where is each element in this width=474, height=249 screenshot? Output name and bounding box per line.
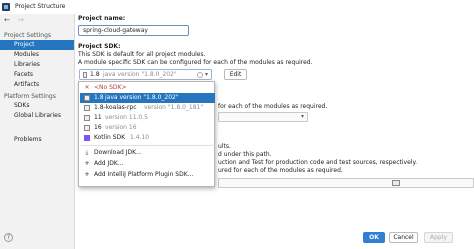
edit-sdk-button[interactable]: Edit: [224, 69, 247, 80]
chevron-down-icon: ▾: [204, 71, 208, 78]
dropdown-separator: [80, 145, 215, 146]
plus-icon: +: [84, 171, 90, 178]
sdk-option-11[interactable]: 11 version 11.0.5: [80, 113, 215, 123]
sdk-combobox-version: 1.8: [90, 71, 100, 78]
cancel-button[interactable]: Cancel: [389, 232, 418, 243]
project-sdk-label: Project SDK:: [78, 43, 121, 50]
sdk-combobox-detail: java version "1.8.0_202": [103, 71, 177, 78]
sdk-option-16[interactable]: 16 version 16: [80, 123, 215, 133]
sdk-option-no-sdk[interactable]: ✕ <No SDK>: [80, 83, 215, 93]
sidebar-item-project[interactable]: Project: [0, 40, 74, 50]
sidebar-item-problems[interactable]: Problems: [14, 136, 42, 143]
plus-icon: +: [84, 160, 90, 167]
compiler-output-path-input[interactable]: [218, 178, 474, 188]
sidebar-item-artifacts[interactable]: Artifacts: [0, 80, 74, 90]
window-title: Project Structure: [15, 3, 66, 10]
language-level-select[interactable]: [218, 112, 308, 122]
red-x-icon: ✕: [84, 84, 90, 91]
sdk-dropdown-popup: ✕ <No SDK> 1.8 java version "1.8.0_202" …: [78, 81, 215, 187]
project-sdk-combobox[interactable]: 1.8 java version "1.8.0_202" ▾: [79, 69, 212, 80]
chevron-down-icon: ▾: [301, 113, 305, 120]
project-name-label: Project name:: [78, 15, 126, 22]
jdk-folder-icon: [84, 105, 90, 111]
title-bar: Project Structure: [0, 0, 474, 14]
sidebar-item-global-libraries[interactable]: Global Libraries: [0, 111, 74, 121]
sidebar-item-modules[interactable]: Modules: [0, 50, 74, 60]
project-name-input[interactable]: spring-cloud-gateway: [78, 25, 189, 36]
add-jdk-action[interactable]: + Add JDK...: [80, 159, 215, 169]
compiler-output-desc-4: ured for each of the modules as required…: [218, 167, 343, 174]
jdk-folder-icon: [84, 95, 90, 101]
download-icon: ⤓: [85, 149, 89, 156]
compiler-output-desc-3: uction and Test for production code and …: [218, 159, 418, 166]
sdk-option-1-8[interactable]: 1.8 java version "1.8.0_202": [80, 93, 215, 103]
sidebar-item-facets[interactable]: Facets: [0, 70, 74, 80]
sdk-description-1: This SDK is default for all project modu…: [78, 51, 206, 58]
sdk-description-2: A module specific SDK can be configured …: [78, 59, 313, 66]
sidebar: ← → Project Settings Project Modules Lib…: [0, 14, 75, 249]
platform-settings-header: Platform Settings: [4, 93, 56, 100]
ok-button[interactable]: OK: [363, 232, 385, 243]
compiler-output-desc-2: d under this path.: [218, 151, 272, 158]
sidebar-item-sdks[interactable]: SDKs: [0, 101, 74, 111]
add-intellij-plugin-sdk-action[interactable]: + Add IntelliJ Platform Plugin SDK...: [80, 170, 215, 180]
kotlin-icon: [84, 135, 90, 141]
browse-folder-icon[interactable]: [392, 180, 400, 186]
compiler-output-desc-1: ults.: [218, 143, 231, 150]
intellij-app-icon: [2, 3, 10, 11]
language-level-description: for each of the modules as required.: [218, 103, 328, 110]
help-button[interactable]: ?: [4, 233, 13, 242]
jdk-folder-icon: [83, 72, 87, 78]
sidebar-item-libraries[interactable]: Libraries: [0, 60, 74, 70]
project-settings-header: Project Settings: [4, 32, 52, 39]
sdk-option-kotlin[interactable]: Kotlin SDK 1.4.10: [80, 133, 215, 143]
jdk-folder-icon: [84, 125, 90, 131]
back-arrow-icon[interactable]: ←: [4, 16, 10, 24]
sdk-option-1-8-koalas-rpc[interactable]: 1.8-koalas-rpc version "1.8.0_181": [80, 103, 215, 113]
jdk-folder-icon: [84, 115, 90, 121]
apply-button[interactable]: Apply: [424, 232, 453, 243]
forward-arrow-icon[interactable]: →: [18, 16, 24, 24]
loading-spinner-icon: [197, 72, 203, 78]
download-jdk-action[interactable]: ⤓ Download JDK...: [80, 148, 215, 158]
